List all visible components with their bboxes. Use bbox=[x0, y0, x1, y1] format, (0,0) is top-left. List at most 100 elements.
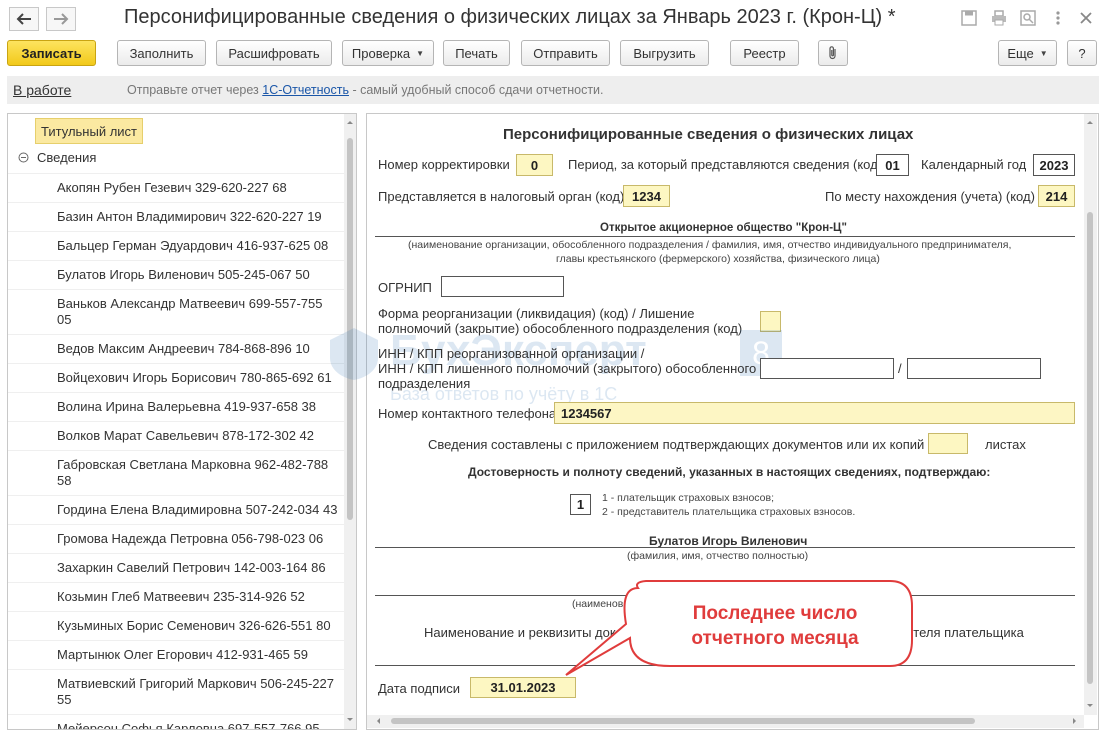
tree-separator bbox=[8, 260, 344, 261]
export-button[interactable]: Выгрузить bbox=[620, 40, 709, 66]
tree-separator bbox=[8, 582, 344, 583]
year-field[interactable]: 2023 bbox=[1033, 154, 1075, 176]
decode-button[interactable]: Расшифровать bbox=[216, 40, 332, 66]
reporting-link[interactable]: 1С-Отчетность bbox=[262, 83, 349, 97]
phone-label: Номер контактного телефона bbox=[378, 406, 557, 421]
tree-item-person[interactable]: Булатов Игорь Виленович 505-245-067 50 bbox=[57, 267, 339, 283]
print-button[interactable]: Печать bbox=[443, 40, 510, 66]
form-heading: Персонифицированные сведения о физически… bbox=[503, 126, 914, 143]
period-label: Период, за который представляются сведен… bbox=[568, 157, 883, 172]
callout-line2: отчетного месяца bbox=[691, 628, 859, 649]
tree-separator bbox=[8, 363, 344, 364]
ogrnip-field[interactable] bbox=[441, 276, 564, 297]
tree-item-title-page[interactable]: Титульный лист bbox=[35, 118, 144, 144]
period-field[interactable]: 01 bbox=[876, 154, 909, 176]
check-dropdown-button[interactable]: Проверка ▼ bbox=[342, 40, 434, 66]
help-button[interactable]: ? bbox=[1067, 40, 1097, 66]
signer-name[interactable]: Булатов Игорь Виленович bbox=[649, 534, 807, 548]
confirm-code-field[interactable]: 1 bbox=[570, 494, 591, 515]
correction-field[interactable]: 0 bbox=[516, 154, 553, 176]
form-horizontal-scrollbar[interactable] bbox=[367, 715, 1084, 728]
back-button[interactable] bbox=[9, 7, 39, 31]
tax-authority-field[interactable]: 1234 bbox=[623, 185, 670, 207]
tree-separator bbox=[8, 450, 344, 451]
chevron-down-icon: ▼ bbox=[1039, 48, 1048, 58]
tree-item-person[interactable]: Громова Надежда Петровна 056-798-023 06 bbox=[57, 531, 339, 547]
correction-label: Номер корректировки bbox=[378, 157, 510, 172]
tree-item-person[interactable]: Ваньков Александр Матвеевич 699-557-755 … bbox=[57, 296, 339, 328]
scroll-left-icon[interactable] bbox=[373, 715, 383, 727]
form-hscroll-thumb[interactable] bbox=[391, 718, 975, 724]
signer-underline bbox=[375, 547, 1075, 548]
scroll-up-icon[interactable] bbox=[344, 117, 356, 127]
tree-item-person[interactable]: Мартынюк Олег Егорович 412-931-465 59 bbox=[57, 647, 339, 663]
tree-item-person[interactable]: Гордина Елена Владимировна 507-242-034 4… bbox=[57, 502, 339, 518]
tree-item-person[interactable]: Акопян Рубен Гезевич 329-620-227 68 bbox=[57, 180, 339, 196]
info-suffix: - самый удобный способ сдачи отчетности. bbox=[348, 83, 604, 97]
tree-scroll-thumb[interactable] bbox=[347, 138, 353, 520]
tree-item-person[interactable]: Ведов Максим Андреевич 784-868-896 10 bbox=[57, 341, 339, 357]
tree-item-person[interactable]: Мейерсон Софья Карловна 697-557-766 95 bbox=[57, 721, 339, 729]
registry-button[interactable]: Реестр bbox=[730, 40, 799, 66]
docs-suffix: листах bbox=[985, 437, 1026, 452]
reorg-code-field[interactable] bbox=[760, 311, 781, 332]
inn-field[interactable] bbox=[760, 358, 894, 379]
scroll-down-icon[interactable] bbox=[1084, 701, 1096, 711]
sign-date-field[interactable]: 31.01.2023 bbox=[470, 677, 576, 698]
tree-item-person[interactable]: Матвиевский Григорий Маркович 506-245-22… bbox=[57, 676, 339, 708]
docs-pages-field[interactable] bbox=[928, 433, 968, 454]
form-vscroll-thumb[interactable] bbox=[1087, 212, 1093, 684]
reorg-label: Форма реорганизации (ликвидация) (код) /… bbox=[378, 306, 742, 336]
chevron-down-icon: ▼ bbox=[416, 48, 425, 58]
section-tree: Титульный лист Сведения Акопян Рубен Гез… bbox=[7, 113, 357, 730]
tree-item-person[interactable]: Волина Ирина Валерьевна 419-937-658 38 bbox=[57, 399, 339, 415]
tree-separator bbox=[8, 669, 344, 670]
info-prefix: Отправьте отчет через bbox=[127, 83, 263, 97]
tree-group-records[interactable]: Сведения bbox=[18, 150, 96, 165]
collapse-icon[interactable] bbox=[18, 152, 29, 163]
attach-button[interactable] bbox=[818, 40, 848, 66]
tree-separator bbox=[8, 289, 344, 290]
tree-item-person[interactable]: Базин Антон Владимирович 322-620-227 19 bbox=[57, 209, 339, 225]
tree-separator bbox=[8, 611, 344, 612]
forward-button[interactable] bbox=[46, 7, 76, 31]
sign-date-label: Дата подписи bbox=[378, 681, 461, 696]
tree-group-label: Сведения bbox=[37, 150, 97, 165]
inn-label-line1: ИНН / КПП реорганизованной организации / bbox=[378, 346, 645, 361]
inn-separator: / bbox=[898, 361, 902, 376]
signer-hint: (фамилия, имя, отчество полностью) bbox=[627, 550, 809, 562]
tree-separator bbox=[8, 173, 344, 174]
print-icon[interactable] bbox=[990, 9, 1008, 27]
location-field[interactable]: 214 bbox=[1038, 185, 1075, 207]
tree-separator bbox=[8, 640, 344, 641]
scroll-up-icon[interactable] bbox=[1084, 117, 1096, 127]
more-dropdown-button[interactable]: Еще ▼ bbox=[998, 40, 1057, 66]
status-link[interactable]: В работе bbox=[13, 82, 71, 98]
kpp-field[interactable] bbox=[907, 358, 1041, 379]
tree-item-person[interactable]: Войцехович Игорь Борисович 780-865-692 6… bbox=[57, 370, 339, 386]
scroll-down-icon[interactable] bbox=[344, 715, 356, 725]
preview-icon[interactable] bbox=[1019, 9, 1037, 27]
save-icon[interactable] bbox=[960, 9, 978, 27]
tree-scrollbar[interactable] bbox=[344, 114, 356, 729]
tree-item-person[interactable]: Бальцер Герман Эдуардович 416-937-625 08 bbox=[57, 238, 339, 254]
tree-item-person[interactable]: Захаркин Савелий Петрович 142-003-164 86 bbox=[57, 560, 339, 576]
scroll-right-icon[interactable] bbox=[1070, 715, 1080, 727]
inn-label-line2: ИНН / КПП лишенного полномочий (закрытог… bbox=[378, 361, 757, 376]
doc-requisites-label-end: ителя плательщика bbox=[906, 625, 1024, 640]
reorg-label-line1: Форма реорганизации (ликвидация) (код) /… bbox=[378, 306, 695, 321]
tree-item-person[interactable]: Волков Марат Савельевич 878-172-302 42 bbox=[57, 428, 339, 444]
save-button[interactable]: Записать bbox=[7, 40, 96, 66]
tree-item-person[interactable]: Козьмин Глеб Матвеевич 235-314-926 52 bbox=[57, 589, 339, 605]
arrow-right-icon bbox=[54, 13, 69, 25]
send-button[interactable]: Отправить bbox=[521, 40, 610, 66]
menu-icon[interactable] bbox=[1049, 9, 1067, 27]
tree-item-person[interactable]: Кузьминых Борис Семенович 326-626-551 80 bbox=[57, 618, 339, 634]
form-vertical-scrollbar[interactable] bbox=[1084, 114, 1097, 715]
fill-button[interactable]: Заполнить bbox=[117, 40, 206, 66]
close-icon[interactable] bbox=[1077, 9, 1095, 27]
confirm-option-2: 2 - представитель плательщика страховых … bbox=[602, 506, 856, 518]
tree-separator bbox=[8, 202, 344, 203]
phone-field[interactable]: 1234567 bbox=[554, 402, 1075, 424]
tree-item-person[interactable]: Габровская Светлана Марковна 962-482-788… bbox=[57, 457, 339, 489]
